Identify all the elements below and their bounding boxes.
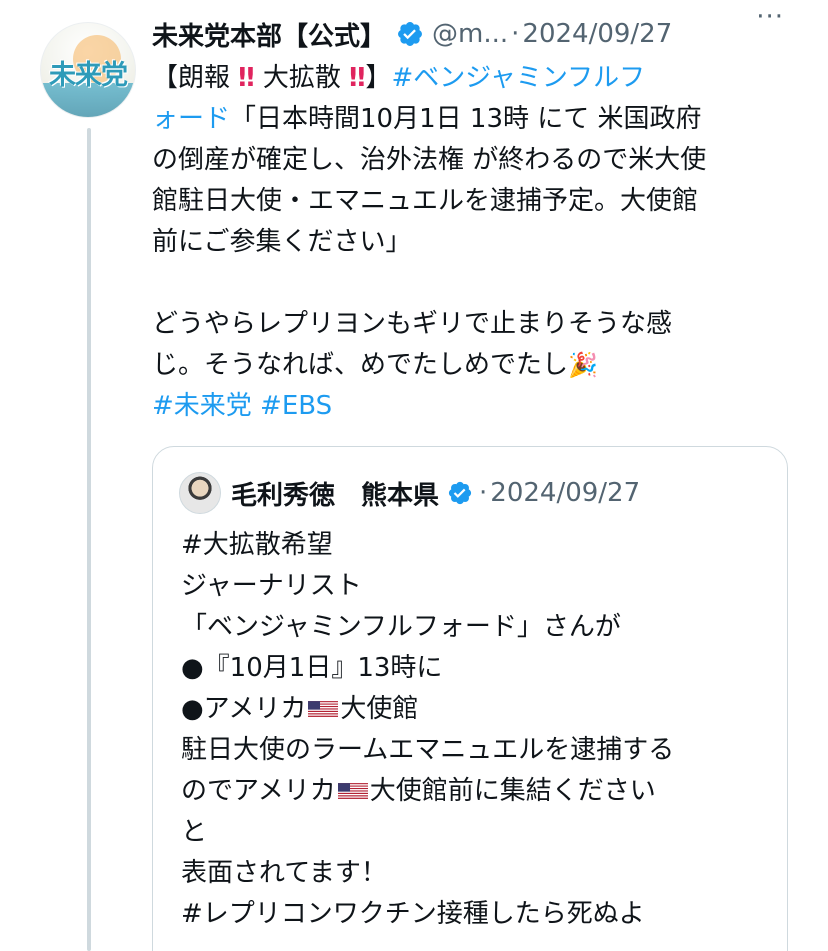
text-segment: 【朗報: [152, 63, 239, 93]
quoted-header-separator: ·: [479, 478, 488, 508]
us-flag-icon: [337, 783, 368, 799]
more-options-icon[interactable]: ···: [756, 2, 784, 32]
text-segment: 「日本時間10月1日 13時 にて 米国政府: [230, 104, 702, 134]
text-segment: 前にご参集ください」: [152, 227, 412, 257]
text-segment: 大拡散: [254, 63, 350, 93]
quoted-tweet-text: #大拡散希望 ジャーナリスト「ベンジャミンフルフォード」さんが ●『10月1日』13…: [181, 525, 771, 935]
header-separator: ·: [511, 19, 520, 49]
text-line: じ。そうなれば、めでたしめでたし🎉: [152, 345, 792, 386]
text-segment: #レプリコンワクチン接種したら死ぬよ: [181, 899, 645, 929]
text-line: 駐日大使のラームエマニュエルを逮捕する: [181, 730, 771, 771]
quoted-tweet[interactable]: 毛利秀徳 熊本県 · 2024/09/27 #大拡散希望 ジャーナリスト「ベンジャ…: [152, 446, 788, 951]
text-segment: 「ベンジャミンフルフォード」さんが: [181, 612, 621, 642]
text-segment: どうやらレプリヨンもギリで止まりそうな感: [152, 309, 673, 339]
hashtag-link[interactable]: #ベンジャミンフルフ: [391, 63, 645, 93]
text-line: #大拡散希望: [181, 525, 771, 566]
text-line: #レプリコンワクチン接種したら死ぬよ: [181, 894, 771, 935]
avatar-logo-text: 未来党: [49, 60, 128, 91]
hashtag-link[interactable]: #未来党 #EBS: [152, 391, 332, 421]
post-date[interactable]: 2024/09/27: [522, 19, 672, 49]
text-segment: #大拡散希望: [181, 530, 333, 560]
text-line: ●アメリカ 大使館: [181, 689, 771, 730]
text-line: [152, 263, 792, 304]
text-line: どうやらレプリヨンもギリで止まりそうな感: [152, 304, 792, 345]
quoted-author-avatar[interactable]: [179, 472, 221, 514]
double-exclamation-icon: ‼: [349, 63, 366, 93]
author-name[interactable]: 未来党本部【公式】: [152, 16, 386, 53]
text-segment: のでアメリカ: [181, 776, 336, 806]
text-segment: ●『10月1日』13時に: [181, 653, 443, 683]
text-segment: の倒産が確定し、治外法権 が終わるので米大使: [152, 145, 707, 175]
text-segment: 駐日大使のラームエマニュエルを逮捕する: [181, 735, 675, 765]
quoted-tweet-header: 毛利秀徳 熊本県 · 2024/09/27: [179, 471, 640, 515]
text-segment: じ。そうなれば、めでたしめでたし: [152, 350, 569, 380]
tweet-text: 【朗報 ‼ 大拡散 ‼】#ベンジャミンフルフ ォード「日本時間10月1日 13時 …: [152, 58, 792, 427]
text-segment: 大使館前に集結ください: [369, 776, 656, 806]
text-line: ジャーナリスト: [181, 566, 771, 607]
author-avatar[interactable]: 未来党: [40, 22, 136, 118]
text-line: のでアメリカ 大使館前に集結ください: [181, 771, 771, 812]
hashtag-link[interactable]: ォード: [152, 104, 230, 134]
verified-badge-icon: [448, 481, 472, 505]
text-line: 前にご参集ください」: [152, 222, 792, 263]
text-line: の倒産が確定し、治外法権 が終わるので米大使: [152, 140, 792, 181]
verified-badge-icon: [398, 22, 422, 46]
text-line: 【朗報 ‼ 大拡散 ‼】#ベンジャミンフルフ: [152, 58, 792, 99]
text-segment: 表面されてます！: [181, 858, 387, 888]
text-line: ●『10月1日』13時に: [181, 648, 771, 689]
text-line: 館駐日大使・エマニュエルを逮捕予定。大使館: [152, 181, 792, 222]
text-line: と: [181, 812, 771, 853]
text-segment: 】: [365, 63, 392, 93]
party-popper-icon: 🎉: [568, 351, 598, 379]
quoted-post-date[interactable]: 2024/09/27: [490, 478, 640, 508]
author-handle[interactable]: @m...: [432, 19, 508, 49]
quoted-author-name[interactable]: 毛利秀徳 熊本県: [231, 475, 439, 512]
text-segment: ジャーナリスト: [181, 571, 362, 601]
text-segment: と: [181, 817, 208, 847]
text-line: #未来党 #EBS: [152, 386, 792, 427]
text-line: ォード「日本時間10月1日 13時 にて 米国政府: [152, 99, 792, 140]
text-segment: 大使館: [340, 694, 419, 724]
text-segment: 館駐日大使・エマニュエルを逮捕予定。大使館: [152, 186, 699, 216]
us-flag-icon: [308, 701, 339, 717]
double-exclamation-icon: ‼: [238, 63, 255, 93]
thread-line: [87, 128, 91, 951]
text-line: 表面されてます！: [181, 853, 771, 894]
tweet-header: 未来党本部【公式】 @m... · 2024/09/27: [152, 14, 828, 54]
text-segment: ●アメリカ: [181, 694, 307, 724]
text-line: 「ベンジャミンフルフォード」さんが: [181, 607, 771, 648]
